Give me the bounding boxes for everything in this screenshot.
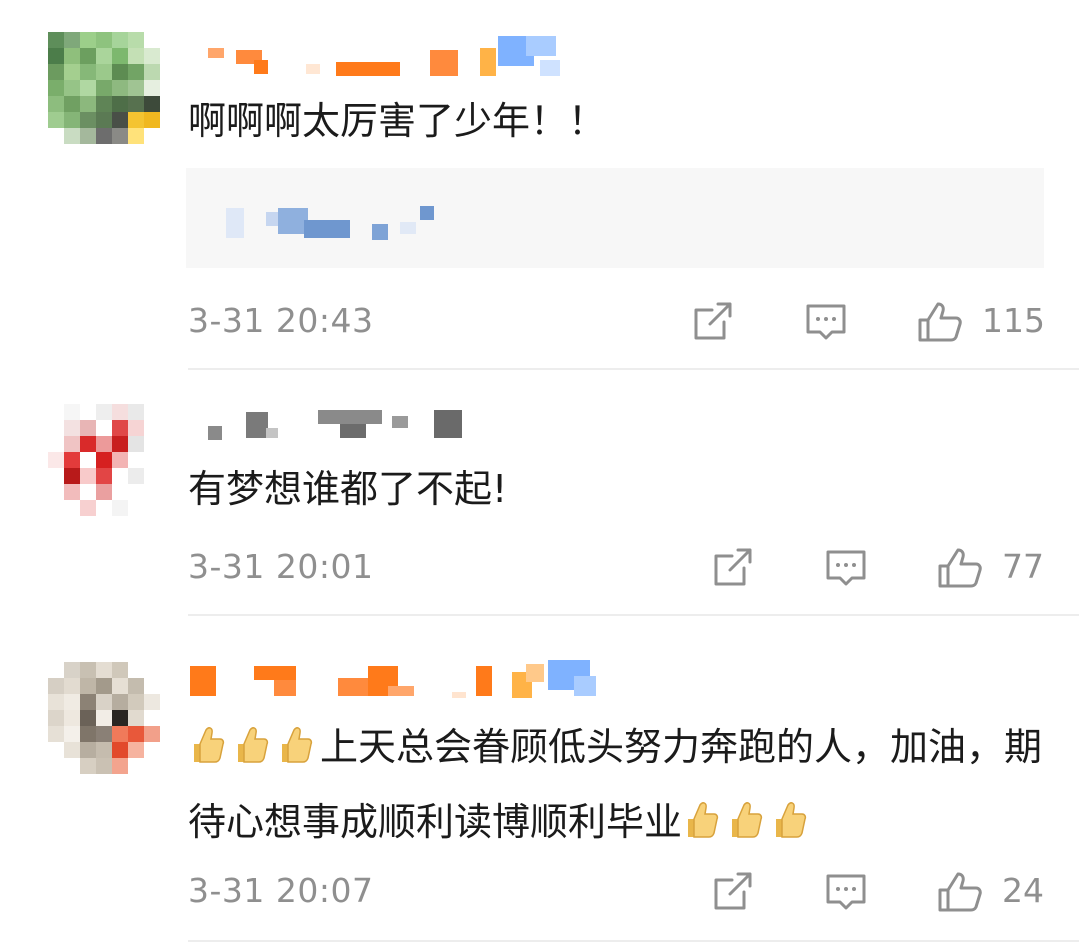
- comment-footer: 3-31 20:01 77: [0, 542, 1079, 592]
- thumbs-up-icon[interactable]: [936, 546, 984, 590]
- thumbs-up-emoji-icon: [238, 727, 269, 763]
- thumbs-up-icon[interactable]: [916, 300, 964, 344]
- like-count: 115: [982, 301, 1045, 340]
- comment-bubble-icon[interactable]: [804, 300, 848, 344]
- share-square-icon[interactable]: [710, 546, 754, 590]
- share-square-icon[interactable]: [690, 300, 734, 344]
- comment-footer: 3-31 20:43 115: [0, 296, 1079, 346]
- username-obscured[interactable]: [190, 658, 610, 700]
- thumbs-up-emoji-icon: [194, 727, 225, 763]
- comment-time: 3-31 20:43: [188, 301, 374, 340]
- thumbs-up-emoji-icon: [282, 727, 313, 763]
- comment-text: 啊啊啊太厉害了少年！！: [188, 99, 607, 143]
- comment-footer: 3-31 20:07 24: [0, 866, 1079, 916]
- comment-time: 3-31 20:07: [188, 871, 374, 910]
- like-count: 24: [1002, 871, 1044, 910]
- thumbs-up-icon[interactable]: [936, 870, 984, 914]
- avatar[interactable]: [48, 404, 160, 516]
- avatar[interactable]: [48, 662, 160, 774]
- divider: [188, 368, 1079, 370]
- share-square-icon[interactable]: [710, 870, 754, 914]
- thumbs-up-emoji-icon: [688, 802, 719, 838]
- like-count: 77: [1002, 547, 1044, 586]
- divider: [188, 614, 1079, 616]
- comment-bubble-icon[interactable]: [824, 546, 868, 590]
- comment-time: 3-31 20:01: [188, 547, 374, 586]
- divider: [188, 940, 1079, 942]
- quoted-reply-obscured[interactable]: [186, 168, 1044, 268]
- comment-bubble-icon[interactable]: [824, 870, 868, 914]
- comment-text: 有梦想谁都了不起!: [188, 467, 508, 511]
- comment-text: 👍👍👍上天总会眷顾低头努力奔跑的人，加油，期待心想事成顺利读博顺利毕业👍👍👍: [188, 716, 1048, 866]
- comment-text-body: 上天总会眷顾低头努力奔跑的人，加油，期待心想事成顺利读博顺利毕业: [188, 725, 1043, 844]
- username-obscured[interactable]: [190, 36, 610, 78]
- avatar[interactable]: [48, 32, 160, 144]
- thumbs-up-emoji-icon: [732, 802, 763, 838]
- username-obscured[interactable]: [190, 404, 610, 446]
- thumbs-up-emoji-icon: [776, 802, 807, 838]
